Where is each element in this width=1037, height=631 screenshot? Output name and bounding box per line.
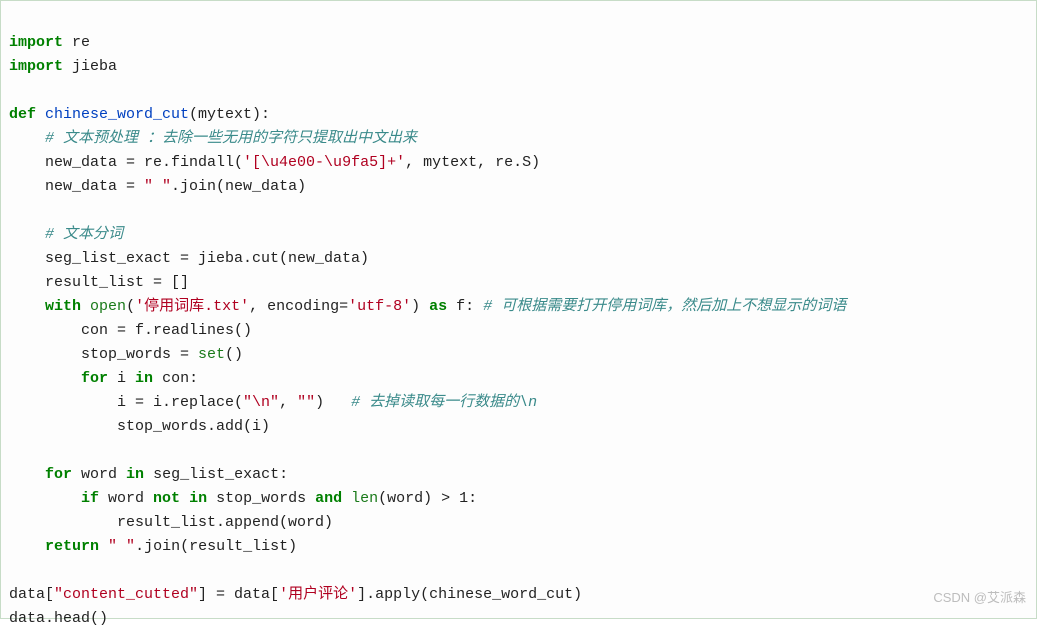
string-literal: "\n" <box>243 394 279 411</box>
keyword: for <box>45 466 72 483</box>
comment: # 文本预处理 ：去除一些无用的字符只提取出中文出来 <box>9 130 417 147</box>
keyword: return <box>45 538 99 555</box>
keyword: import <box>9 58 63 75</box>
code-text: word <box>99 490 153 507</box>
keyword: if <box>81 490 99 507</box>
code-text: stop_words = <box>9 346 198 363</box>
string-literal: " " <box>108 538 135 555</box>
builtin: open <box>90 298 126 315</box>
string-literal: "" <box>297 394 315 411</box>
code-text: (mytext): <box>189 106 270 123</box>
code-text: , encoding= <box>249 298 348 315</box>
code-text: ) <box>411 298 429 315</box>
code-text: new_data = <box>9 178 144 195</box>
string-literal: '用户评论' <box>279 586 357 603</box>
code-text: i = i.replace( <box>9 394 243 411</box>
string-literal: '停用词库.txt' <box>135 298 249 315</box>
code-text: seg_list_exact = jieba.cut(new_data) <box>9 250 369 267</box>
keyword: import <box>9 34 63 51</box>
code-text: word <box>72 466 126 483</box>
keyword: in <box>189 490 207 507</box>
code-text: con: <box>153 370 198 387</box>
comment: # 文本分词 <box>9 226 123 243</box>
code-text: result_list = [] <box>9 274 189 291</box>
builtin: set <box>198 346 225 363</box>
code-text: ] = data[ <box>198 586 279 603</box>
code-text <box>81 298 90 315</box>
code-text <box>9 490 81 507</box>
keyword: as <box>429 298 447 315</box>
code-text <box>9 298 45 315</box>
keyword: and <box>315 490 342 507</box>
code-text <box>9 370 81 387</box>
code-text: .join(result_list) <box>135 538 297 555</box>
code-text <box>9 466 45 483</box>
keyword: for <box>81 370 108 387</box>
string-literal: 'utf-8' <box>348 298 411 315</box>
code-text: data[ <box>9 586 54 603</box>
string-literal: " " <box>144 178 171 195</box>
watermark-text: CSDN @艾派森 <box>933 586 1026 610</box>
code-text: i <box>108 370 135 387</box>
code-text: re <box>63 34 90 51</box>
code-text: f: <box>447 298 483 315</box>
code-text: seg_list_exact: <box>144 466 288 483</box>
code-text: new_data = re.findall( <box>9 154 243 171</box>
keyword: not <box>153 490 180 507</box>
code-text: ].apply(chinese_word_cut) <box>357 586 582 603</box>
function-name: chinese_word_cut <box>36 106 189 123</box>
code-text <box>180 490 189 507</box>
builtin: len <box>351 490 378 507</box>
code-text: ( <box>126 298 135 315</box>
code-block: import re import jieba def chinese_word_… <box>0 0 1037 619</box>
comment: # 可根据需要打开停用词库，然后加上不想显示的词语 <box>483 298 846 315</box>
code-text <box>9 538 45 555</box>
keyword: def <box>9 106 36 123</box>
code-text: result_list.append(word) <box>9 514 333 531</box>
code-text: ) <box>315 394 351 411</box>
code-text: jieba <box>63 58 117 75</box>
code-text: .join(new_data) <box>171 178 306 195</box>
code-text <box>342 490 351 507</box>
code-text: () <box>225 346 243 363</box>
code-text <box>99 538 108 555</box>
keyword: in <box>135 370 153 387</box>
string-literal: '[\u4e00-\u9fa5]+' <box>243 154 405 171</box>
keyword: with <box>45 298 81 315</box>
code-text: , mytext, re.S) <box>405 154 540 171</box>
code-text: stop_words <box>207 490 315 507</box>
string-literal: "content_cutted" <box>54 586 198 603</box>
code-text: stop_words.add(i) <box>9 418 270 435</box>
comment: # 去掉读取每一行数据的\n <box>351 394 537 411</box>
keyword: in <box>126 466 144 483</box>
code-text: (word) > 1: <box>378 490 477 507</box>
code-text: , <box>279 394 297 411</box>
code-text: con = f.readlines() <box>9 322 252 339</box>
